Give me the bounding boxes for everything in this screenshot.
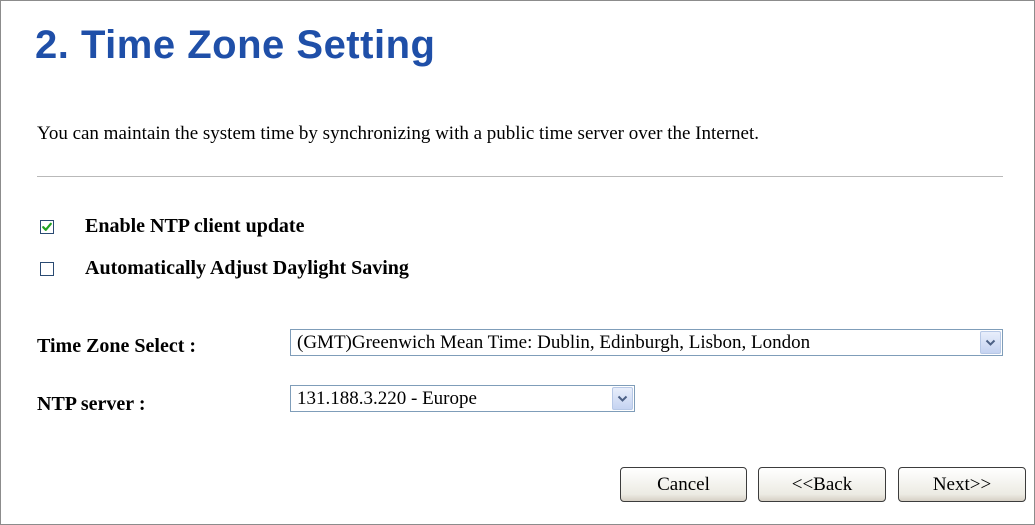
time-zone-value: (GMT)Greenwich Mean Time: Dublin, Edinbu…: [297, 331, 811, 353]
chevron-down-icon[interactable]: [612, 387, 633, 410]
wizard-panel: 2. Time Zone Setting You can maintain th…: [0, 0, 1035, 525]
time-zone-select[interactable]: (GMT)Greenwich Mean Time: Dublin, Edinbu…: [290, 329, 1003, 356]
page-title: 2. Time Zone Setting: [35, 23, 436, 67]
ntp-client-option[interactable]: Enable NTP client update: [40, 215, 304, 238]
divider: [37, 176, 1003, 177]
time-zone-label: Time Zone Select :: [37, 335, 197, 357]
back-button[interactable]: <<Back: [758, 467, 886, 502]
ntp-server-value: 131.188.3.220 - Europe: [297, 387, 477, 409]
chevron-down-icon[interactable]: [980, 331, 1001, 354]
next-button[interactable]: Next>>: [898, 467, 1026, 502]
daylight-saving-label: Automatically Adjust Daylight Saving: [85, 257, 409, 279]
ntp-server-label: NTP server :: [37, 393, 146, 415]
ntp-client-checkbox[interactable]: [40, 219, 54, 234]
ntp-server-select[interactable]: 131.188.3.220 - Europe: [290, 385, 635, 412]
daylight-saving-checkbox[interactable]: [40, 261, 54, 276]
daylight-saving-option[interactable]: Automatically Adjust Daylight Saving: [40, 257, 409, 280]
check-icon: [42, 222, 52, 231]
ntp-client-label: Enable NTP client update: [85, 215, 305, 237]
page-description: You can maintain the system time by sync…: [37, 123, 760, 144]
cancel-button[interactable]: Cancel: [620, 467, 747, 502]
